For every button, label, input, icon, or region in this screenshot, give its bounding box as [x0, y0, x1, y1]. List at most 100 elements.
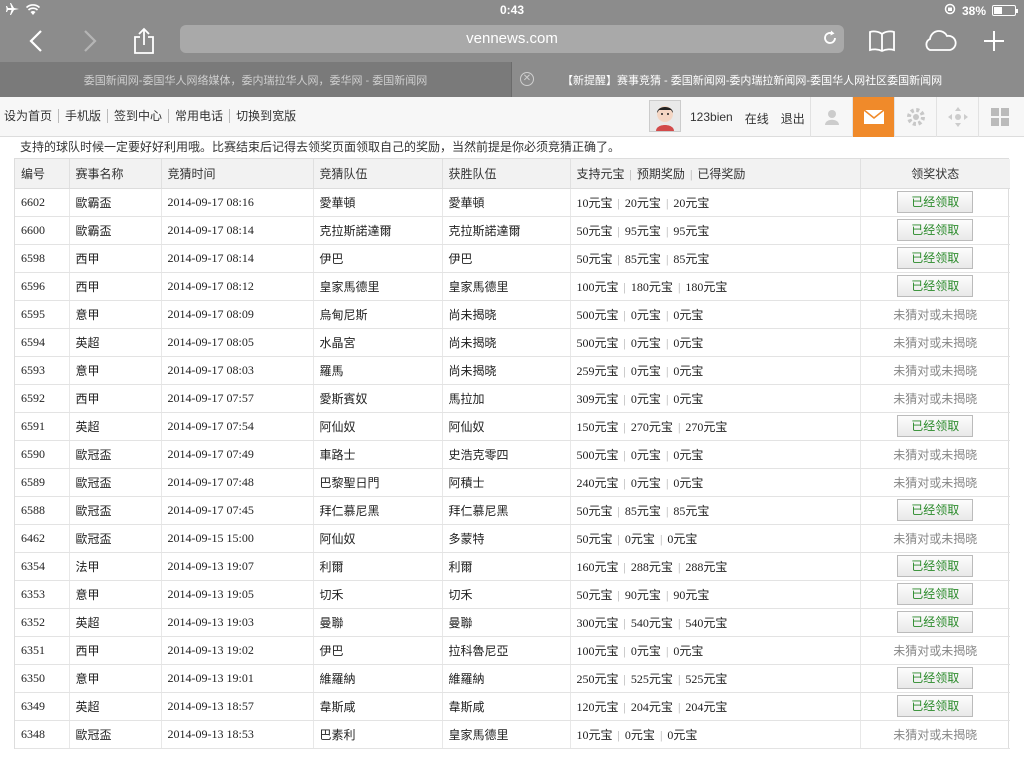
move-button[interactable]: [936, 97, 978, 137]
cell-league: 西甲: [69, 636, 162, 665]
separator: |: [617, 195, 620, 210]
book-icon: [869, 30, 895, 52]
cell-league: 意甲: [69, 356, 162, 385]
cell-got: 180元宝: [685, 279, 728, 294]
address-bar[interactable]: vennews.com: [180, 25, 844, 53]
new-tab-button[interactable]: [976, 24, 1012, 58]
separator: |: [623, 419, 626, 434]
claimed-button[interactable]: 已经领取: [897, 415, 974, 437]
profile-button[interactable]: [810, 97, 852, 137]
cell-status: 已经领取: [860, 272, 1010, 301]
cell-status: 已经领取: [860, 412, 1010, 441]
claimed-button[interactable]: 已经领取: [897, 191, 974, 213]
settings-button[interactable]: [894, 97, 936, 137]
claimed-button[interactable]: 已经领取: [897, 583, 974, 605]
tab-active[interactable]: ✕ 【新提醒】赛事竞猜 - 委国新闻网-委内瑞拉新闻网-委国华人网社区委国新闻网: [512, 62, 1024, 97]
separator: |: [677, 419, 681, 434]
cell-team: 愛華頓: [313, 188, 443, 217]
claimed-button[interactable]: 已经领取: [897, 275, 974, 297]
link-phone[interactable]: 常用电话: [169, 109, 231, 123]
cell-winner: 尚未揭晓: [442, 300, 571, 329]
messages-button[interactable]: [852, 97, 894, 137]
cell-expected: 90元宝: [624, 587, 661, 602]
claimed-button[interactable]: 已经领取: [897, 499, 974, 521]
cell-expected: 525元宝: [630, 671, 673, 686]
separator: |: [617, 223, 620, 238]
table-row: 6596 西甲 2014-09-17 08:12 皇家馬德里 皇家馬德里 100元宝 | 18…: [15, 272, 1010, 301]
cell-winner: 皇家馬德里: [442, 720, 571, 749]
bookmarks-button[interactable]: [864, 24, 900, 58]
separator: |: [623, 671, 626, 686]
forward-button[interactable]: [72, 24, 108, 58]
status-text: 未猜对或未揭晓: [893, 391, 978, 406]
cell-id: 6598: [15, 244, 70, 273]
cell-id: 6354: [15, 552, 70, 581]
claimed-button[interactable]: 已经领取: [897, 667, 974, 689]
grid-button[interactable]: [978, 97, 1020, 137]
avatar[interactable]: [649, 100, 681, 132]
claimed-button[interactable]: 已经领取: [897, 555, 974, 577]
cell-support: 500元宝: [576, 447, 619, 462]
table-row: 6590 歐冠盃 2014-09-17 07:49 車路士 史浩克零四 500元宝 | 0元宝…: [15, 440, 1010, 469]
separator: |: [665, 223, 669, 238]
cell-winner: 史浩克零四: [442, 440, 571, 469]
cell-status: 未猜对或未揭晓: [860, 524, 1010, 553]
betting-table-container: 编号 赛事名称 竞猜时间 竞猜队伍 获胜队伍 支持元宝 | 预期奖励 | 已得奖励 领奖…: [14, 158, 1010, 749]
chevron-left-icon: [29, 30, 42, 52]
cell-team: 伊巴: [313, 636, 443, 665]
gear-icon: [906, 108, 925, 126]
battery-percent: 38%: [961, 3, 986, 18]
share-button[interactable]: [126, 24, 162, 58]
cell-amounts: 500元宝 | 0元宝 | 0元宝: [570, 440, 861, 469]
table-row: 6598 西甲 2014-09-17 08:14 伊巴 伊巴 50元宝 | 85元宝 | 85元宝…: [15, 244, 1010, 273]
cell-team: 維羅納: [313, 664, 443, 693]
cell-support: 259元宝: [576, 363, 619, 378]
rotation-lock-icon: [944, 3, 956, 18]
link-set-homepage[interactable]: 设为首页: [4, 109, 60, 123]
close-tab-icon[interactable]: ✕: [520, 72, 534, 86]
cell-team: 曼聯: [313, 608, 443, 637]
tab-inactive[interactable]: 委国新闻网-委国华人网络媒体，委内瑞拉华人网，委华网 - 委国新闻网: [0, 62, 512, 97]
username[interactable]: 123bien: [690, 110, 733, 127]
cell-got: 0元宝: [673, 447, 704, 462]
claimed-button[interactable]: 已经领取: [897, 611, 974, 633]
cell-amounts: 259元宝 | 0元宝 | 0元宝: [570, 356, 861, 385]
cell-status: 已经领取: [860, 244, 1010, 273]
reload-icon[interactable]: [822, 30, 838, 50]
link-wide-mode[interactable]: 切换到宽版: [230, 109, 302, 123]
cell-support: 10元宝: [576, 727, 613, 742]
url-text: vennews.com: [466, 30, 558, 47]
col-got: 已得奖励: [697, 166, 746, 181]
cell-support: 309元宝: [576, 391, 619, 406]
cell-id: 6588: [15, 496, 70, 525]
cell-team: 伊巴: [313, 244, 443, 273]
cell-winner: 馬拉加: [442, 384, 571, 413]
table-row: 6593 意甲 2014-09-17 08:03 羅馬 尚未揭晓 259元宝 | 0元宝 | 0元…: [15, 356, 1010, 385]
cell-got: 0元宝: [673, 307, 704, 322]
separator: |: [665, 391, 669, 406]
cell-winner: 維羅納: [442, 664, 571, 693]
link-checkin[interactable]: 签到中心: [108, 109, 170, 123]
cell-got: 0元宝: [667, 531, 698, 546]
table-row: 6350 意甲 2014-09-13 19:01 維羅納 維羅納 250元宝 | 525元宝 |…: [15, 664, 1010, 693]
cell-time: 2014-09-17 07:48: [161, 468, 314, 497]
online-status[interactable]: 在线: [745, 110, 769, 127]
logout-link[interactable]: 退出: [781, 110, 805, 127]
cell-league: 英超: [69, 412, 162, 441]
claimed-button[interactable]: 已经领取: [897, 219, 974, 241]
icloud-tabs-button[interactable]: [920, 24, 960, 58]
claimed-button[interactable]: 已经领取: [897, 695, 974, 717]
cell-time: 2014-09-17 07:45: [161, 496, 314, 525]
claimed-button[interactable]: 已经领取: [897, 247, 974, 269]
cell-id: 6593: [15, 356, 70, 385]
back-button[interactable]: [18, 24, 54, 58]
cell-got: 0元宝: [673, 475, 704, 490]
link-mobile[interactable]: 手机版: [59, 109, 109, 123]
cell-league: 歐霸盃: [69, 216, 162, 245]
separator: |: [617, 503, 620, 518]
separator: |: [617, 251, 620, 266]
cell-id: 6349: [15, 692, 70, 721]
col-amounts: 支持元宝 | 预期奖励 | 已得奖励: [570, 159, 861, 189]
separator: |: [665, 251, 669, 266]
cell-got: 270元宝: [685, 419, 728, 434]
